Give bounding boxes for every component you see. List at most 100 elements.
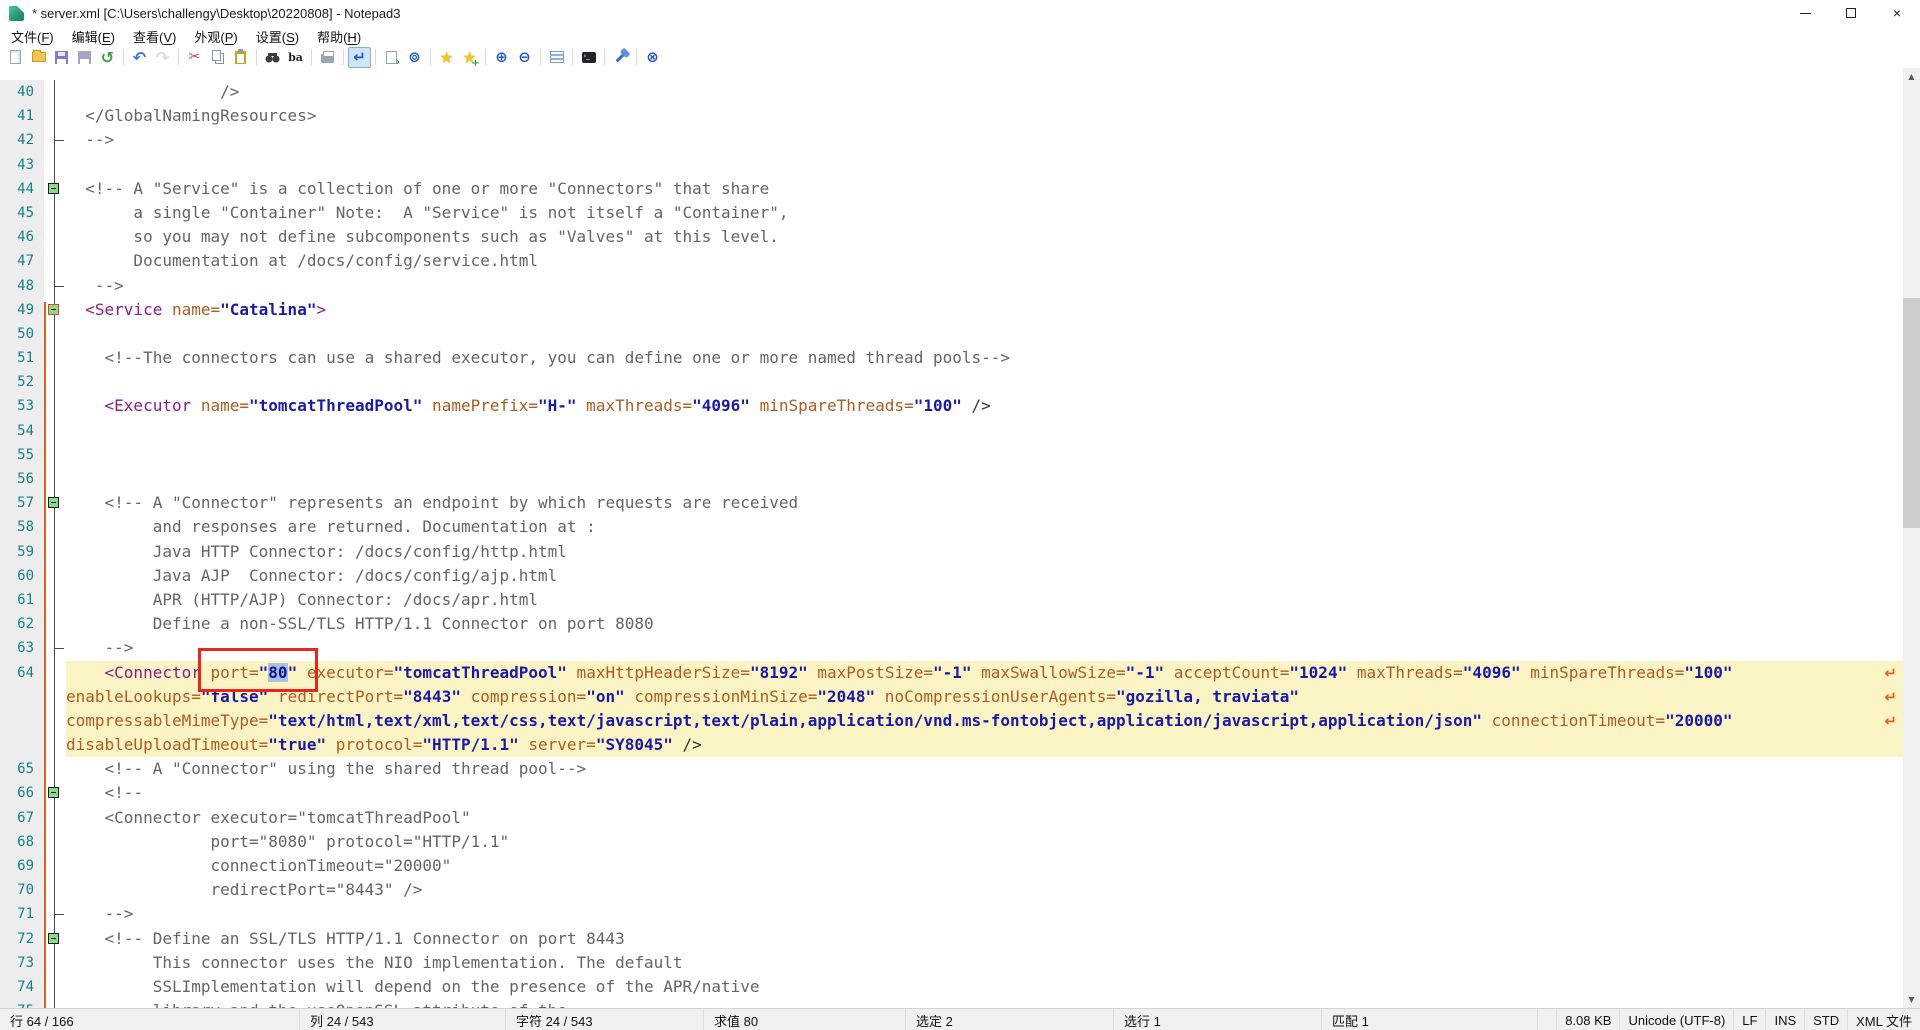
code-text[interactable]: port="8080" protocol="HTTP/1.1" (66, 830, 1903, 854)
code-text[interactable]: <!-- (66, 781, 1903, 805)
code-text[interactable] (66, 419, 1903, 443)
code-text[interactable]: Documentation at /docs/config/service.ht… (66, 249, 1903, 273)
code-text[interactable]: library and the useOpenSSL attribute of … (66, 999, 1903, 1008)
line-number[interactable]: 55 (0, 443, 44, 467)
code-text[interactable]: a single "Container" Note: A "Service" i… (66, 201, 1903, 225)
fold-margin[interactable] (44, 588, 66, 612)
status-right-3[interactable]: INS (1765, 1009, 1804, 1030)
code-line-74[interactable]: 74 SSLImplementation will depend on the … (0, 975, 1903, 999)
fold-margin[interactable] (44, 709, 66, 733)
code-text[interactable]: <Service name="Catalina"> (66, 298, 1903, 322)
line-number[interactable]: 60 (0, 564, 44, 588)
fold-margin[interactable] (44, 951, 66, 975)
code-text[interactable]: disableUploadTimeout="true" protocol="HT… (66, 733, 1903, 757)
code-line-58[interactable]: 58 and responses are returned. Documenta… (0, 515, 1903, 539)
fold-margin[interactable] (44, 854, 66, 878)
code-text[interactable]: connectionTimeout="20000" (66, 854, 1903, 878)
line-number[interactable] (0, 709, 44, 733)
menu-item-p[interactable]: 外观(P) (185, 25, 246, 48)
copy-add-button[interactable] (380, 47, 403, 68)
scheme-config-button[interactable] (545, 47, 568, 68)
status-cell-4[interactable]: 选定 2 (906, 1009, 1114, 1030)
fold-toggle-icon[interactable] (48, 933, 59, 944)
code-line-wrap[interactable]: compressableMimeType="text/html,text/xml… (0, 709, 1903, 733)
fold-margin[interactable] (44, 225, 66, 249)
code-text[interactable]: APR (HTTP/AJP) Connector: /docs/apr.html (66, 588, 1903, 612)
status-cell-1[interactable]: 列 24 / 543 (300, 1009, 506, 1030)
line-number[interactable]: 56 (0, 467, 44, 491)
code-text[interactable]: <!-- A "Service" is a collection of one … (66, 177, 1903, 201)
replace-button[interactable]: ba (284, 47, 307, 68)
line-number[interactable]: 43 (0, 153, 44, 177)
status-cell-6[interactable]: 匹配 1 (1322, 1009, 1538, 1030)
fold-margin[interactable] (44, 346, 66, 370)
code-text[interactable]: and responses are returned. Documentatio… (66, 515, 1903, 539)
line-number[interactable]: 42 (0, 128, 44, 152)
fold-margin[interactable] (44, 902, 66, 926)
vertical-scrollbar[interactable]: ▲ ▼ (1903, 68, 1920, 1008)
status-right-4[interactable]: STD (1804, 1009, 1847, 1030)
menu-item-v[interactable]: 查看(V) (124, 25, 185, 48)
status-right-2[interactable]: LF (1733, 1009, 1765, 1030)
fold-margin[interactable] (44, 878, 66, 902)
line-number[interactable]: 58 (0, 515, 44, 539)
line-number[interactable]: 68 (0, 830, 44, 854)
fold-margin[interactable] (44, 757, 66, 781)
redo-button[interactable]: ↷ (151, 47, 174, 68)
fold-margin[interactable] (44, 467, 66, 491)
line-number[interactable]: 52 (0, 370, 44, 394)
code-line-48[interactable]: 48 --> (0, 274, 1903, 298)
code-text[interactable]: Java AJP Connector: /docs/config/ajp.htm… (66, 564, 1903, 588)
code-line-51[interactable]: 51 <!--The connectors can use a shared e… (0, 346, 1903, 370)
zoom-in-button[interactable]: ⊕ (490, 47, 513, 68)
code-text[interactable]: <!--The connectors can use a shared exec… (66, 346, 1903, 370)
fold-margin[interactable] (44, 370, 66, 394)
code-text[interactable] (66, 467, 1903, 491)
fold-margin[interactable] (44, 201, 66, 225)
status-right-1[interactable]: Unicode (UTF-8) (1619, 1009, 1733, 1030)
code-line-50[interactable]: 50 (0, 322, 1903, 346)
fold-margin[interactable] (44, 806, 66, 830)
status-cell-2[interactable]: 字符 24 / 543 (506, 1009, 704, 1030)
fold-margin[interactable] (44, 515, 66, 539)
code-text[interactable]: <!-- A "Connector" using the shared thre… (66, 757, 1903, 781)
fold-margin[interactable] (44, 636, 66, 660)
reload-file-button[interactable]: ↺ (96, 47, 119, 68)
code-line-52[interactable]: 52 (0, 370, 1903, 394)
fold-margin[interactable] (44, 322, 66, 346)
status-cell-5[interactable]: 选行 1 (1114, 1009, 1322, 1030)
code-text[interactable]: /> (66, 80, 1903, 104)
fold-margin[interactable] (44, 394, 66, 418)
code-line-54[interactable]: 54 (0, 419, 1903, 443)
menu-item-s[interactable]: 设置(S) (247, 25, 308, 48)
code-line-68[interactable]: 68 port="8080" protocol="HTTP/1.1" (0, 830, 1903, 854)
code-line-65[interactable]: 65 <!-- A "Connector" using the shared t… (0, 757, 1903, 781)
cut-button[interactable]: ✂ (183, 47, 206, 68)
line-number[interactable]: 44 (0, 177, 44, 201)
maximize-button[interactable] (1828, 0, 1874, 26)
code-text[interactable]: enableLookups="false" redirectPort="8443… (66, 685, 1903, 709)
status-right-5[interactable]: XML 文件 (1847, 1009, 1920, 1030)
line-number[interactable]: 69 (0, 854, 44, 878)
code-line-67[interactable]: 67 <Connector executor="tomcatThreadPool… (0, 806, 1903, 830)
line-number[interactable]: 53 (0, 394, 44, 418)
scrollbar-thumb[interactable] (1903, 298, 1920, 528)
line-number[interactable]: 65 (0, 757, 44, 781)
code-line-61[interactable]: 61 APR (HTTP/AJP) Connector: /docs/apr.h… (0, 588, 1903, 612)
fold-toggle-icon[interactable] (48, 183, 59, 194)
code-line-49[interactable]: 49 <Service name="Catalina"> (0, 298, 1903, 322)
undo-button[interactable]: ↶ (128, 47, 151, 68)
fold-margin[interactable] (44, 443, 66, 467)
code-text[interactable]: <Connector executor="tomcatThreadPool" (66, 806, 1903, 830)
code-line-62[interactable]: 62 Define a non-SSL/TLS HTTP/1.1 Connect… (0, 612, 1903, 636)
find-button[interactable] (261, 47, 284, 68)
line-number[interactable]: 59 (0, 540, 44, 564)
line-number[interactable]: 75 (0, 999, 44, 1008)
code-line-47[interactable]: 47 Documentation at /docs/config/service… (0, 249, 1903, 273)
line-number[interactable]: 40 (0, 80, 44, 104)
code-line-72[interactable]: 72 <!-- Define an SSL/TLS HTTP/1.1 Conne… (0, 927, 1903, 951)
line-number[interactable] (0, 733, 44, 757)
line-number[interactable]: 46 (0, 225, 44, 249)
fold-margin[interactable] (44, 298, 66, 322)
code-line-wrap[interactable]: disableUploadTimeout="true" protocol="HT… (0, 733, 1903, 757)
